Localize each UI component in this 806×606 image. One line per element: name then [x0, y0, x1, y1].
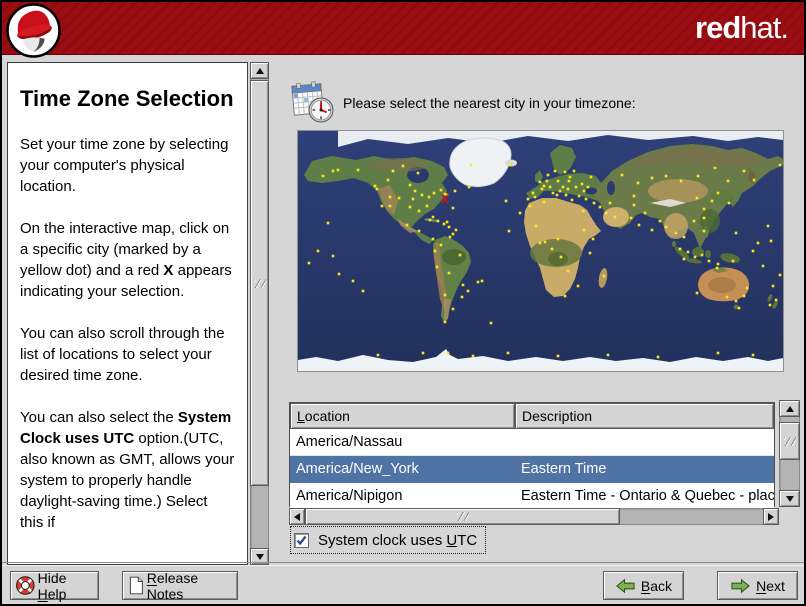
grip-icon	[783, 436, 796, 446]
arrow-up-icon	[255, 67, 264, 74]
table-scroll-right-button[interactable]	[763, 508, 779, 525]
help-paragraph: Set your time zone by selecting your com…	[20, 136, 229, 195]
timezone-table: Location Description America/Nassau Ameri…	[289, 402, 775, 510]
utc-checkbox-label[interactable]: System clock uses UTC	[318, 532, 477, 549]
table-row[interactable]: America/Nassau	[290, 429, 774, 456]
cell-location: America/Nipigon	[296, 488, 403, 504]
timezone-list: America/Nassau America/New_York Eastern Ti…	[290, 429, 774, 510]
help-paragraphs: Set your time zone by selecting your com…	[20, 134, 235, 533]
arrow-right-icon	[768, 512, 774, 521]
arrow-down-icon	[255, 553, 264, 560]
document-icon	[129, 576, 143, 595]
help-title: Time Zone Selection	[20, 86, 234, 111]
prompt-label: Please select the nearest city in your t…	[343, 95, 636, 111]
table-header: Location Description	[290, 403, 774, 429]
table-scroll-left-button[interactable]	[289, 508, 305, 525]
table-scroll-down-button[interactable]	[779, 490, 800, 507]
arrow-up-icon	[785, 405, 794, 412]
table-row[interactable]: America/New_York Eastern Time	[290, 456, 774, 483]
timezone-map[interactable]: X	[297, 130, 784, 372]
help-paragraph: On the interactive map, click on a speci…	[20, 220, 232, 300]
arrow-left-icon	[294, 512, 300, 521]
lifesaver-icon	[16, 576, 35, 595]
utc-checkbox[interactable]: System clock uses UTC	[290, 526, 487, 554]
installer-window: redhat. Time Zone Selection Set your tim…	[0, 0, 806, 606]
next-arrow-icon	[731, 578, 750, 593]
arrow-down-icon	[785, 495, 794, 502]
release-notes-label: Release Notes	[146, 569, 199, 602]
column-header-location[interactable]: Location	[290, 403, 515, 429]
header-bar: redhat.	[2, 2, 804, 55]
redhat-shadowman-logo-icon	[6, 3, 61, 58]
cell-description: Eastern Time - Ontario & Quebec - places…	[521, 488, 774, 504]
hide-help-button[interactable]: Hide Help	[10, 569, 99, 602]
next-button[interactable]: Next	[717, 571, 798, 600]
back-button[interactable]: Back	[603, 571, 684, 600]
help-scroll-up-button[interactable]	[250, 62, 269, 79]
table-row[interactable]: America/Nipigon Eastern Time - Ontario & …	[290, 483, 774, 510]
help-scrollbar-thumb[interactable]	[250, 80, 269, 486]
back-label: Back	[640, 577, 673, 594]
help-panel: Time Zone Selection Set your time zone b…	[7, 62, 248, 565]
column-header-description[interactable]: Description	[515, 403, 774, 429]
table-scroll-up-button[interactable]	[779, 400, 800, 417]
selection-marker: X	[441, 192, 450, 207]
calendar-clock-icon	[289, 80, 336, 130]
next-label: Next	[756, 577, 785, 594]
footer-separator	[2, 562, 804, 566]
hide-help-label: Hide Help	[37, 569, 67, 602]
check-icon	[296, 535, 307, 545]
cell-description: Eastern Time	[521, 461, 607, 477]
cell-location: America/Nassau	[296, 434, 403, 450]
grip-icon	[253, 278, 266, 288]
help-paragraph: You can also select the System Clock use…	[20, 409, 235, 531]
cell-description	[515, 429, 774, 455]
release-notes-button[interactable]: Release Notes	[122, 569, 238, 602]
wordmark-bold: red	[695, 10, 741, 45]
utc-checkbox-box[interactable]	[294, 532, 309, 548]
wordmark-rest: hat.	[740, 10, 789, 45]
cell-location: America/New_York	[296, 461, 419, 477]
table-vscrollbar-thumb[interactable]	[779, 422, 800, 460]
back-arrow-icon	[616, 578, 635, 593]
table-hscrollbar-thumb[interactable]	[305, 508, 620, 525]
help-paragraph: You can also scroll through the list of …	[20, 325, 225, 384]
redhat-wordmark: redhat.	[695, 10, 789, 46]
grip-icon	[456, 512, 469, 521]
